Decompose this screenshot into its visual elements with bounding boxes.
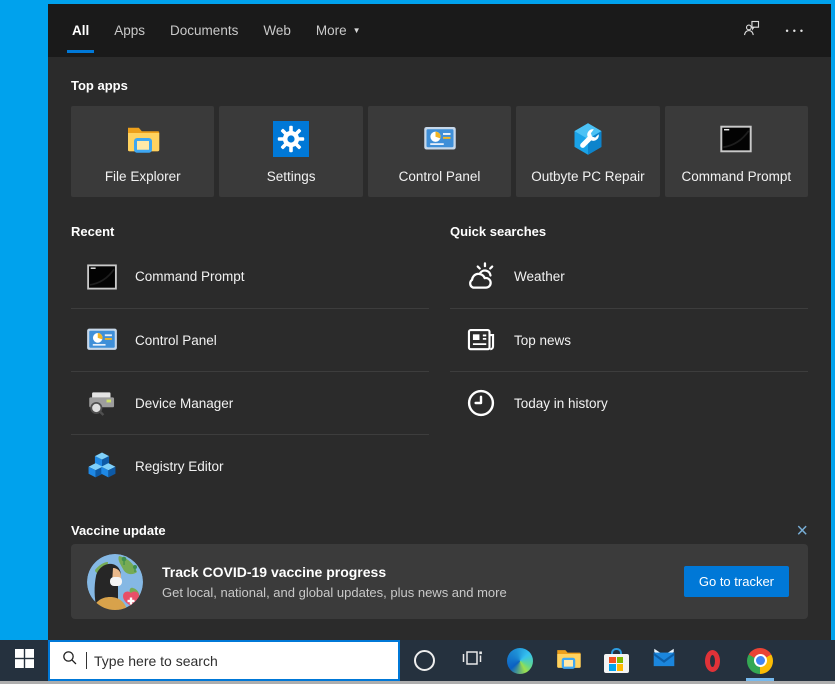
settings-gear-icon <box>273 120 310 158</box>
recent-item-control-panel[interactable]: Control Panel <box>71 308 429 371</box>
tab-more[interactable]: More ▼ <box>316 4 361 57</box>
item-label: Device Manager <box>135 395 234 411</box>
covid-globe-nurse-illustration <box>87 553 143 610</box>
tile-file-explorer[interactable]: File Explorer <box>71 106 215 197</box>
opera-button[interactable] <box>688 640 736 681</box>
folder-icon <box>555 645 582 677</box>
tab-documents[interactable]: Documents <box>170 4 238 57</box>
registry-cubes-icon <box>84 448 120 484</box>
quick-search-today-in-history[interactable]: Today in history <box>450 371 808 434</box>
tile-settings[interactable]: Settings <box>219 106 363 197</box>
control-panel-icon <box>422 120 458 158</box>
banner-subtext: Get local, national, and global updates,… <box>162 584 507 600</box>
user-feedback-icon[interactable] <box>741 18 762 44</box>
item-label: Top news <box>514 332 572 348</box>
search-panel: All Apps Documents Web More ▼ ••• Top ap… <box>48 4 831 640</box>
search-placeholder-text: Type here to search <box>94 652 218 669</box>
vaccine-banner[interactable]: Track COVID-19 vaccine progress Get loca… <box>71 544 808 619</box>
ellipsis-menu-icon[interactable]: ••• <box>786 26 807 36</box>
chrome-icon <box>747 647 773 674</box>
recent-section: Recent Command Prompt Control Panel Devi… <box>71 205 429 497</box>
mail-envelope-icon <box>651 645 677 676</box>
tile-label: Outbyte PC Repair <box>531 169 645 184</box>
top-apps-grid: File Explorer Settings Control Panel Out… <box>71 106 809 197</box>
tile-control-panel[interactable]: Control Panel <box>367 106 512 197</box>
quick-searches-section: Quick searches Weather Top news Today in… <box>450 205 808 497</box>
tab-apps[interactable]: Apps <box>114 4 145 57</box>
item-label: Registry Editor <box>135 458 224 474</box>
search-tab-bar: All Apps Documents Web More ▼ ••• <box>48 4 831 57</box>
edge-browser-icon <box>507 647 533 674</box>
newspaper-icon <box>463 322 499 358</box>
item-label: Today in history <box>514 395 608 411</box>
cortana-ring-icon <box>413 650 435 671</box>
tile-command-prompt[interactable]: Command Prompt <box>664 106 809 197</box>
item-label: Command Prompt <box>135 269 245 284</box>
tile-outbyte-pc-repair[interactable]: Outbyte PC Repair <box>516 106 660 197</box>
recent-item-registry-editor[interactable]: Registry Editor <box>71 434 429 497</box>
file-explorer-button[interactable] <box>544 640 592 681</box>
command-prompt-icon <box>718 120 754 158</box>
windows-logo-icon <box>14 648 34 673</box>
taskbar: Type here to search <box>0 640 835 681</box>
outbyte-wrench-icon <box>570 120 606 158</box>
opera-icon <box>704 649 720 672</box>
top-apps-title: Top apps <box>71 78 128 93</box>
quick-search-top-news[interactable]: Top news <box>450 308 808 371</box>
tab-all[interactable]: All <box>66 4 95 57</box>
command-prompt-icon <box>84 259 120 295</box>
go-to-tracker-button[interactable]: Go to tracker <box>683 566 789 597</box>
recent-item-command-prompt[interactable]: Command Prompt <box>71 245 429 308</box>
chevron-down-icon: ▼ <box>352 26 361 35</box>
vaccine-update-title: Vaccine update <box>71 523 166 538</box>
quick-search-weather[interactable]: Weather <box>450 245 808 308</box>
tab-web[interactable]: Web <box>263 4 291 57</box>
tile-label: Command Prompt <box>681 169 792 184</box>
item-label: Control Panel <box>135 332 217 348</box>
tile-label: Settings <box>266 169 316 184</box>
text-cursor <box>86 652 87 669</box>
tile-label: Control Panel <box>398 169 481 184</box>
item-label: Weather <box>514 269 565 284</box>
history-clock-icon <box>463 385 499 421</box>
chrome-button[interactable] <box>736 640 784 681</box>
quick-searches-title: Quick searches <box>450 224 547 239</box>
edge-button[interactable] <box>496 640 544 681</box>
magnifier-icon <box>61 649 79 672</box>
control-panel-icon <box>84 322 120 358</box>
file-explorer-icon <box>125 120 161 158</box>
cortana-button[interactable] <box>400 640 448 681</box>
tile-label: File Explorer <box>104 169 181 184</box>
device-manager-icon <box>84 385 120 421</box>
microsoft-store-icon <box>603 648 629 673</box>
store-button[interactable] <box>592 640 640 681</box>
recent-item-device-manager[interactable]: Device Manager <box>71 371 429 434</box>
taskbar-search-input[interactable]: Type here to search <box>48 640 400 681</box>
weather-sun-cloud-icon <box>463 259 499 295</box>
banner-headline: Track COVID-19 vaccine progress <box>162 563 387 580</box>
recent-title: Recent <box>71 224 115 239</box>
mail-button[interactable] <box>640 640 688 681</box>
start-button[interactable] <box>0 640 48 681</box>
task-view-button[interactable] <box>448 640 496 681</box>
task-view-icon <box>460 646 484 675</box>
close-icon[interactable]: × <box>796 521 808 541</box>
